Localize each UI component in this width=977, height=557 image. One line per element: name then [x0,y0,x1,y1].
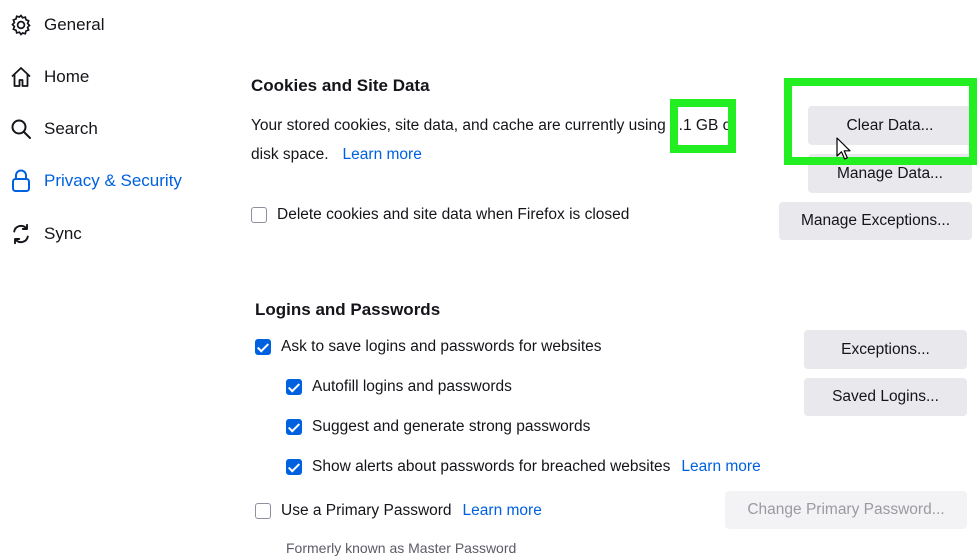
sidebar-item-label: Home [44,67,90,86]
formerly-known-note: Formerly known as Master Password [286,540,517,556]
sidebar-item-label: Privacy & Security [44,171,182,190]
delete-cookies-checkbox[interactable] [251,207,267,223]
gear-icon [8,12,34,38]
sidebar-item-sync[interactable]: Sync [8,218,82,250]
sidebar-item-general[interactable]: General [8,9,104,41]
cookies-learn-more-link[interactable]: Learn more [343,146,422,164]
suggest-passwords-row: Suggest and generate strong passwords [286,416,590,438]
lock-icon [8,168,34,194]
sidebar-item-home[interactable]: Home [8,61,89,93]
manage-exceptions-button[interactable]: Manage Exceptions... [779,202,972,240]
breach-alerts-checkbox[interactable] [286,459,302,475]
mouse-cursor-icon [836,137,852,166]
primary-password-checkbox[interactable] [255,503,271,519]
sidebar-item-privacy-security[interactable]: Privacy & Security [8,165,182,197]
breach-alerts-label: Show alerts about passwords for breached… [312,458,671,475]
delete-cookies-label: Delete cookies and site data when Firefo… [277,206,630,223]
change-primary-password-button[interactable]: Change Primary Password... [725,491,967,529]
login-exceptions-button[interactable]: Exceptions... [804,330,967,369]
home-icon [8,64,34,90]
breach-alerts-learn-more-link[interactable]: Learn more [681,458,760,476]
cookies-description-line2: disk space. Learn more [251,146,422,164]
disk-space-text: disk space. [251,146,329,163]
cookies-description: Your stored cookies, site data, and cach… [251,117,736,135]
suggest-passwords-checkbox[interactable] [286,419,302,435]
sidebar-item-label: Sync [44,224,82,243]
sidebar-item-search[interactable]: Search [8,113,98,145]
sidebar-item-label: Search [44,119,98,138]
ask-save-label: Ask to save logins and passwords for web… [281,338,602,355]
sync-icon [8,221,34,247]
cookies-heading: Cookies and Site Data [251,76,430,95]
logins-heading: Logins and Passwords [255,300,441,319]
autofill-label: Autofill logins and passwords [312,378,512,395]
storage-size-highlight [670,99,736,153]
primary-password-learn-more-link[interactable]: Learn more [463,502,542,520]
ask-save-checkbox[interactable] [255,339,271,355]
autofill-row: Autofill logins and passwords [286,376,512,398]
clear-data-highlight [784,78,977,165]
autofill-checkbox[interactable] [286,379,302,395]
primary-password-label: Use a Primary Password [281,502,452,519]
delete-cookies-row: Delete cookies and site data when Firefo… [251,204,629,226]
saved-logins-button[interactable]: Saved Logins... [804,378,967,416]
search-icon [8,116,34,142]
ask-save-row: Ask to save logins and passwords for web… [255,336,602,358]
suggest-passwords-label: Suggest and generate strong passwords [312,418,591,435]
primary-password-row: Use a Primary Password Learn more [255,500,542,522]
breach-alerts-row: Show alerts about passwords for breached… [286,456,761,478]
sidebar-item-label: General [44,15,105,34]
cookies-description-text: Your stored cookies, site data, and cach… [251,117,666,134]
